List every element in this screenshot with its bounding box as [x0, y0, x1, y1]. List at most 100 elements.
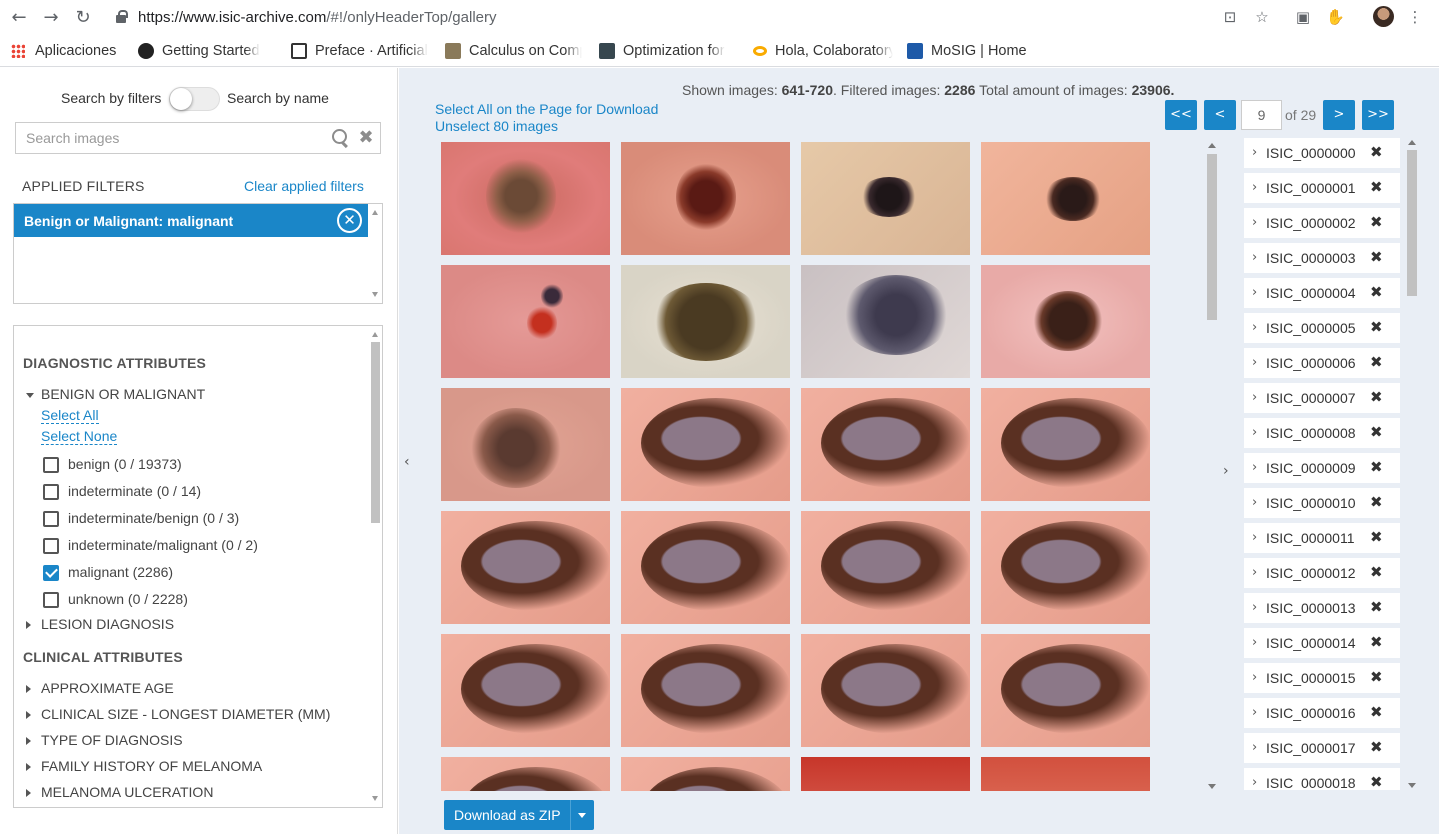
- chevron-right-icon[interactable]: ›: [1252, 775, 1257, 790]
- scrollbar-thumb[interactable]: [1407, 150, 1417, 296]
- chevron-right-icon[interactable]: ›: [1252, 355, 1257, 370]
- gallery-image[interactable]: [441, 634, 610, 747]
- close-icon[interactable]: ✖: [357, 126, 375, 150]
- gallery-image[interactable]: [981, 388, 1150, 501]
- chevron-right-icon[interactable]: ›: [1252, 530, 1257, 545]
- next-page-button[interactable]: >: [1323, 100, 1355, 130]
- list-item[interactable]: › ISIC_0000005 ✖: [1244, 313, 1400, 343]
- list-item[interactable]: › ISIC_0000010 ✖: [1244, 488, 1400, 518]
- collapse-left-icon[interactable]: ‹: [404, 454, 410, 470]
- chevron-right-icon[interactable]: ›: [1252, 250, 1257, 265]
- list-item[interactable]: › ISIC_0000018 ✖: [1244, 768, 1400, 790]
- search-mode-toggle[interactable]: [169, 87, 220, 111]
- remove-icon[interactable]: ✖: [1370, 703, 1383, 721]
- search-icon[interactable]: [332, 129, 350, 147]
- gallery-image[interactable]: [981, 142, 1150, 255]
- bookmark-preface[interactable]: Preface · Artificial: [291, 41, 429, 61]
- gallery-image[interactable]: [801, 511, 970, 624]
- gallery-image[interactable]: [981, 634, 1150, 747]
- chevron-right-icon[interactable]: ›: [1252, 495, 1257, 510]
- remove-icon[interactable]: ✖: [1370, 178, 1383, 196]
- chevron-right-icon[interactable]: ›: [1252, 705, 1257, 720]
- list-item[interactable]: › ISIC_0000008 ✖: [1244, 418, 1400, 448]
- list-item[interactable]: › ISIC_0000003 ✖: [1244, 243, 1400, 273]
- gallery-scrollbar[interactable]: [1205, 140, 1219, 792]
- facet-scrollbar[interactable]: [368, 326, 382, 807]
- download-zip-button[interactable]: Download as ZIP: [444, 800, 594, 830]
- chevron-right-icon[interactable]: ›: [1252, 215, 1257, 230]
- remove-icon[interactable]: ✖: [1370, 248, 1383, 266]
- url-field[interactable]: https://www.isic-archive.com/#!/onlyHead…: [138, 9, 497, 26]
- gallery-image[interactable]: [621, 757, 790, 791]
- gallery-image[interactable]: [441, 388, 610, 501]
- remove-icon[interactable]: ✖: [1370, 668, 1383, 686]
- bookmark-optimization[interactable]: Optimization for: [599, 41, 737, 61]
- gallery-image[interactable]: [621, 142, 790, 255]
- remove-icon[interactable]: ✖: [1370, 318, 1383, 336]
- gallery-image[interactable]: [441, 757, 610, 791]
- forward-arrow-icon[interactable]: →: [41, 8, 61, 28]
- gallery-image[interactable]: [981, 265, 1150, 378]
- remove-icon[interactable]: ✖: [1370, 493, 1383, 511]
- bookmark-colaboratory[interactable]: Hola, Colaboratory: [753, 41, 893, 61]
- list-item[interactable]: › ISIC_0000007 ✖: [1244, 383, 1400, 413]
- gallery-image[interactable]: [441, 511, 610, 624]
- unselect-images-link[interactable]: Unselect 80 images: [435, 118, 558, 134]
- remove-icon[interactable]: ✖: [1370, 563, 1383, 581]
- page-number-input[interactable]: [1241, 100, 1282, 130]
- select-all-page-link[interactable]: Select All on the Page for Download: [435, 101, 658, 117]
- checkbox-checked[interactable]: [43, 565, 59, 581]
- list-item[interactable]: › ISIC_0000015 ✖: [1244, 663, 1400, 693]
- gallery-image[interactable]: [981, 757, 1150, 791]
- bookmark-getting-started[interactable]: Getting Started: [138, 41, 276, 61]
- gallery-image[interactable]: [801, 634, 970, 747]
- prev-page-button[interactable]: <: [1204, 100, 1236, 130]
- remove-circle-icon[interactable]: ✕: [337, 208, 362, 233]
- remove-icon[interactable]: ✖: [1370, 738, 1383, 756]
- gallery-image[interactable]: [621, 265, 790, 378]
- checkbox[interactable]: [43, 484, 59, 500]
- list-item[interactable]: › ISIC_0000017 ✖: [1244, 733, 1400, 763]
- reload-icon[interactable]: ↻: [73, 8, 93, 28]
- gallery-image[interactable]: [801, 388, 970, 501]
- chevron-right-icon[interactable]: ›: [1252, 670, 1257, 685]
- bookmark-apps[interactable]: Aplicaciones: [11, 41, 123, 61]
- gallery-image[interactable]: [441, 265, 610, 378]
- checkbox[interactable]: [43, 538, 59, 554]
- chevron-right-icon[interactable]: ›: [1252, 390, 1257, 405]
- gallery-image[interactable]: [621, 634, 790, 747]
- kebab-menu-icon[interactable]: ⋮: [1406, 8, 1424, 26]
- first-page-button[interactable]: <<: [1165, 100, 1197, 130]
- list-item[interactable]: › ISIC_0000004 ✖: [1244, 278, 1400, 308]
- chevron-down-icon[interactable]: [578, 813, 586, 818]
- remove-icon[interactable]: ✖: [1370, 423, 1383, 441]
- list-item[interactable]: › ISIC_0000009 ✖: [1244, 453, 1400, 483]
- extension-chat-icon[interactable]: ▣: [1294, 8, 1312, 26]
- image-list-scrollbar[interactable]: [1405, 138, 1419, 790]
- search-input[interactable]: [16, 123, 316, 153]
- list-item[interactable]: › ISIC_0000000 ✖: [1244, 138, 1400, 168]
- back-arrow-icon[interactable]: ←: [9, 8, 29, 28]
- gallery-image[interactable]: [621, 511, 790, 624]
- remove-icon[interactable]: ✖: [1370, 598, 1383, 616]
- select-all-link[interactable]: Select All: [41, 407, 99, 424]
- chevron-right-icon[interactable]: ›: [1252, 565, 1257, 580]
- chevron-right-icon[interactable]: ›: [1252, 600, 1257, 615]
- extension-hand-icon[interactable]: ✋: [1326, 8, 1345, 26]
- checkbox[interactable]: [43, 457, 59, 473]
- translate-icon[interactable]: ⊡: [1221, 8, 1239, 26]
- remove-icon[interactable]: ✖: [1370, 458, 1383, 476]
- remove-icon[interactable]: ✖: [1370, 528, 1383, 546]
- list-item[interactable]: › ISIC_0000011 ✖: [1244, 523, 1400, 553]
- remove-icon[interactable]: ✖: [1370, 213, 1383, 231]
- bookmark-calculus[interactable]: Calculus on Computational Graphs: [445, 41, 582, 61]
- list-item[interactable]: › ISIC_0000014 ✖: [1244, 628, 1400, 658]
- checkbox[interactable]: [43, 511, 59, 527]
- remove-icon[interactable]: ✖: [1370, 633, 1383, 651]
- remove-icon[interactable]: ✖: [1370, 388, 1383, 406]
- remove-icon[interactable]: ✖: [1370, 773, 1383, 790]
- gallery-image[interactable]: [441, 142, 610, 255]
- list-item[interactable]: › ISIC_0000012 ✖: [1244, 558, 1400, 588]
- chevron-right-icon[interactable]: ›: [1252, 740, 1257, 755]
- chevron-right-icon[interactable]: ›: [1252, 460, 1257, 475]
